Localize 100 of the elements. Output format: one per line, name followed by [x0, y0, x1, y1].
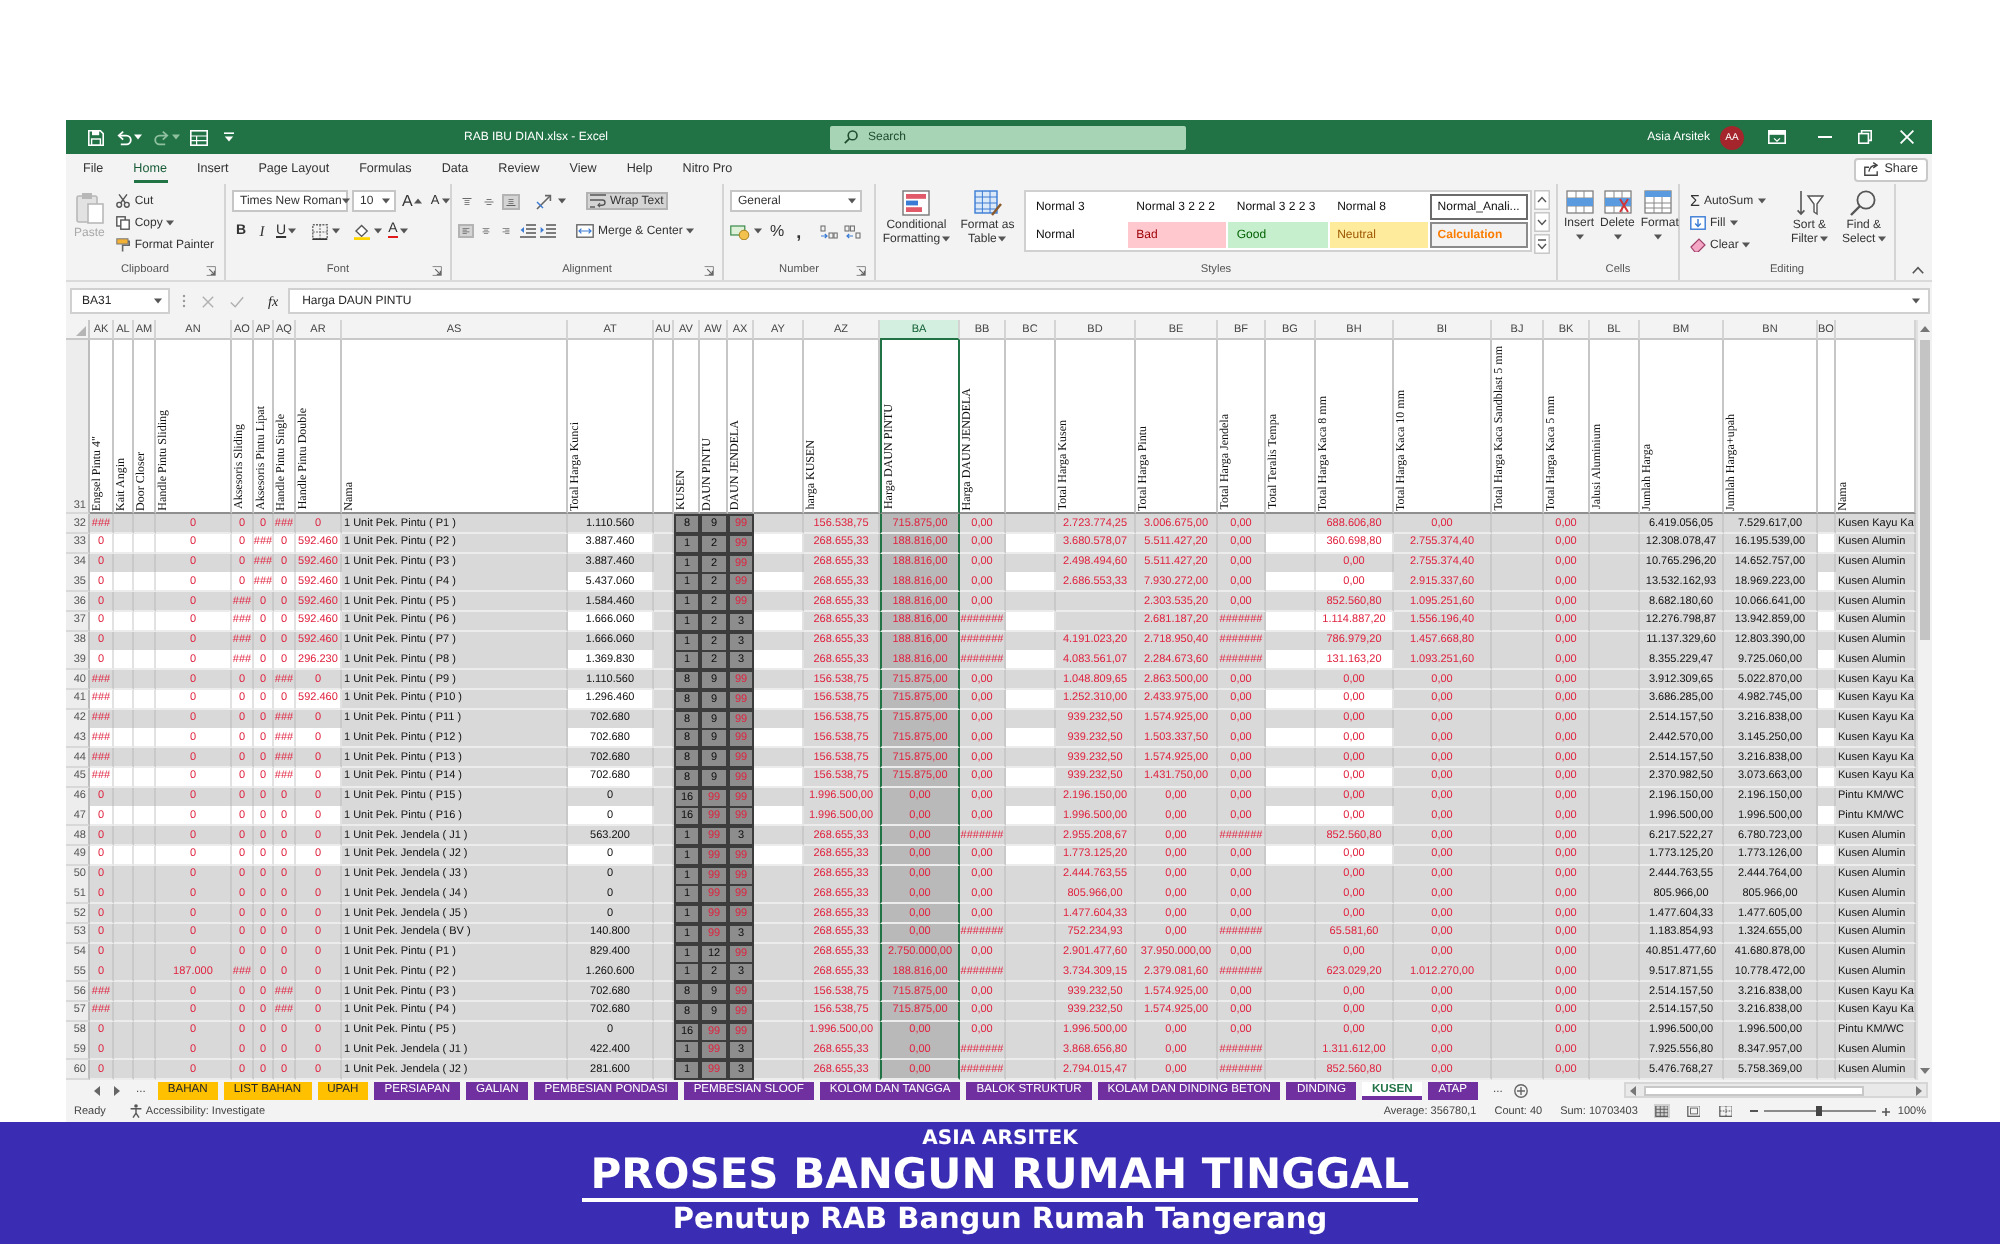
table-cell — [1492, 1060, 1544, 1080]
undo-icon[interactable] — [116, 129, 132, 145]
align-left-icon[interactable] — [458, 224, 474, 238]
table-cell — [1492, 923, 1544, 944]
caret-icon — [1819, 235, 1828, 242]
share-icon — [1864, 162, 1879, 176]
table-cell — [1590, 923, 1640, 944]
scroll-right-icon[interactable] — [1916, 1085, 1922, 1096]
zoom-slider-thumb[interactable] — [1816, 1106, 1823, 1117]
scroll-down-icon[interactable] — [1920, 1067, 1930, 1074]
decrease-decimal-icon[interactable] — [843, 223, 862, 239]
align-right-icon[interactable] — [498, 224, 514, 238]
table-cell — [654, 592, 674, 612]
scroll-up-icon[interactable] — [1920, 326, 1930, 332]
orientation-icon[interactable] — [536, 193, 554, 209]
customize-icon[interactable] — [224, 132, 234, 142]
ribbon-display-icon[interactable] — [1768, 130, 1786, 144]
page-layout-view-icon[interactable] — [1685, 1104, 1702, 1119]
collapse-ribbon-icon[interactable] — [1912, 266, 1924, 274]
grow-font-button[interactable]: A — [400, 191, 425, 211]
caret-icon — [1912, 298, 1920, 304]
clipboard-icon — [75, 192, 104, 224]
table-cell — [1590, 826, 1640, 846]
table-cell — [1590, 1001, 1640, 1022]
caret-icon — [1575, 234, 1583, 240]
checkmark-icon[interactable] — [230, 295, 244, 307]
page-break-view-icon[interactable] — [1717, 1104, 1734, 1119]
caret-icon — [686, 228, 695, 234]
table-cell — [1590, 982, 1640, 1002]
align-center-icon[interactable] — [478, 224, 494, 238]
caret-icon — [848, 198, 856, 204]
table-style-icon — [973, 190, 1002, 216]
scrollbar-thumb[interactable] — [1644, 1085, 1864, 1096]
percent-style-button[interactable]: % — [766, 221, 789, 241]
caret-icon — [754, 228, 762, 234]
table-cell — [1492, 748, 1544, 768]
save-icon[interactable] — [88, 129, 104, 145]
dialog-launcher-icon[interactable] — [704, 265, 714, 275]
caret-icon — [288, 228, 297, 234]
caret-icon — [441, 198, 450, 204]
caret-icon — [942, 235, 951, 242]
search-icon — [1850, 190, 1877, 216]
increase-indent-icon[interactable] — [540, 224, 556, 238]
gallery-up-icon[interactable] — [1534, 190, 1550, 210]
format-cells-icon — [1644, 190, 1673, 214]
increase-decimal-icon[interactable] — [819, 223, 838, 239]
align-bottom-icon[interactable] — [502, 193, 520, 209]
table-icon[interactable] — [190, 129, 208, 145]
caret-icon — [1729, 220, 1738, 226]
caret-up-icon — [414, 198, 423, 204]
gallery-down-icon[interactable] — [1534, 212, 1550, 232]
previous-sheet-icon[interactable] — [94, 1085, 100, 1096]
align-top-icon[interactable] — [458, 193, 476, 209]
table-cell — [1590, 748, 1640, 768]
dialog-launcher-icon[interactable] — [856, 265, 866, 275]
table-cell — [654, 904, 674, 924]
table-cell — [1492, 982, 1544, 1002]
caret-icon — [558, 198, 566, 204]
scroll-left-icon[interactable] — [1630, 1085, 1636, 1096]
wrap-text-icon — [590, 194, 606, 208]
caret-icon — [134, 134, 142, 140]
normal-view-icon[interactable] — [1653, 1104, 1670, 1119]
accessibility-icon[interactable] — [129, 1104, 142, 1119]
align-middle-icon[interactable] — [480, 193, 498, 209]
table-cell — [654, 923, 674, 944]
redo-icon[interactable] — [154, 129, 170, 145]
zoom-in-icon[interactable] — [1881, 1107, 1890, 1116]
table-cell — [1492, 1001, 1544, 1022]
add-sheet-icon[interactable] — [1514, 1083, 1529, 1098]
restore-icon[interactable] — [1858, 130, 1872, 144]
decrease-indent-icon[interactable] — [520, 224, 536, 238]
scrollbar-thumb[interactable] — [1920, 340, 1930, 640]
dialog-launcher-icon[interactable] — [206, 265, 216, 275]
fill-color-icon[interactable] — [354, 223, 371, 239]
dialog-launcher-icon[interactable] — [432, 265, 442, 275]
table-cell — [1492, 904, 1544, 924]
table-cell — [1590, 1040, 1640, 1061]
accounting-icon[interactable] — [730, 223, 750, 239]
next-sheet-icon[interactable] — [114, 1085, 120, 1096]
vertical-scrollbar[interactable] — [1916, 320, 1932, 1080]
comma-style-button[interactable]: , — [792, 221, 806, 241]
paintbrush-icon — [116, 238, 131, 252]
brand-name: ASIA ARSITEK — [922, 1128, 1078, 1152]
table-cell — [1590, 592, 1640, 612]
fill-down-icon — [1690, 216, 1706, 230]
table-cell — [1056, 592, 1136, 612]
caret-icon — [166, 220, 175, 226]
horizontal-scrollbar[interactable] — [1624, 1082, 1928, 1099]
table-cell — [1590, 904, 1640, 924]
merge-cells-icon — [576, 224, 594, 238]
table-cell — [654, 884, 674, 905]
table-cell — [1590, 670, 1640, 690]
table-cell — [1492, 826, 1544, 846]
gallery-more-icon[interactable] — [1534, 234, 1550, 254]
banner-title: PROSES BANGUN RUMAH TINGGAL — [582, 1152, 1418, 1202]
caret-icon — [1654, 234, 1663, 240]
table-cell — [654, 1060, 674, 1080]
borders-icon[interactable] — [312, 223, 329, 239]
close-icon[interactable] — [1900, 130, 1914, 144]
table-cell — [654, 670, 674, 690]
